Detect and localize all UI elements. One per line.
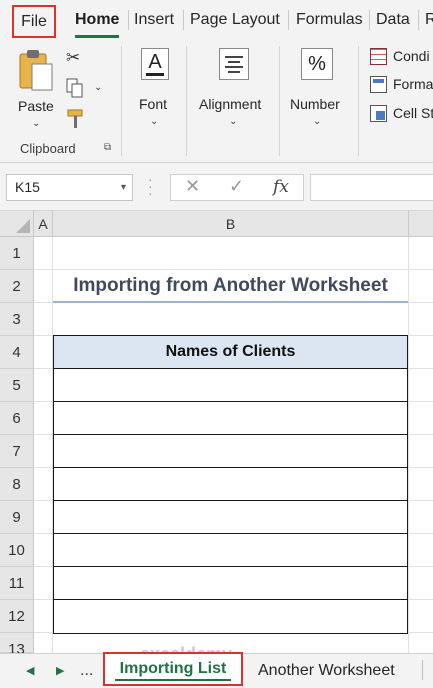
chevron-down-icon: ⌄ — [150, 116, 159, 127]
tab-separator — [422, 660, 423, 680]
row-header[interactable]: 13 — [0, 633, 34, 658]
name-box[interactable]: K15 ▾ — [6, 174, 133, 201]
scroll-left-icon[interactable]: ◀ — [26, 664, 34, 677]
number-label: Number — [290, 96, 340, 112]
tab-data[interactable]: Data — [376, 8, 410, 32]
column-header-a[interactable]: A — [34, 211, 53, 237]
group-separator — [358, 46, 359, 156]
sheet-tab-importing-list[interactable]: Importing List — [103, 652, 243, 686]
row-header[interactable]: 8 — [0, 468, 34, 501]
formula-input[interactable] — [310, 174, 433, 201]
format-as-table-button[interactable]: Forma — [370, 76, 433, 96]
paste-icon — [19, 50, 53, 91]
row-header[interactable]: 2 — [0, 270, 34, 303]
chevron-down-icon: ⌄ — [229, 116, 238, 127]
clients-table: Names of Clients — [53, 335, 408, 634]
drag-handle-icon[interactable]: · · · — [148, 172, 153, 200]
enter-icon[interactable]: ✓ — [229, 176, 244, 197]
paste-label: Paste — [18, 98, 54, 114]
font-button[interactable]: A Font ⌄ — [133, 46, 177, 127]
tab-separator — [288, 10, 289, 30]
gridline — [408, 237, 409, 653]
cell-styles-label: Cell St — [393, 105, 433, 121]
sheet-title[interactable]: Importing from Another Worksheet — [53, 269, 408, 303]
formula-buttons: ✕ ✓ fx — [170, 174, 304, 201]
dialog-launcher-icon[interactable]: ⧉ — [104, 142, 111, 153]
table-row[interactable] — [54, 534, 407, 567]
font-label: Font — [139, 96, 168, 112]
row-header[interactable]: 10 — [0, 534, 34, 567]
row-header[interactable]: 1 — [0, 237, 34, 270]
cell-styles-icon — [370, 105, 387, 122]
table-row[interactable] — [54, 435, 407, 468]
row-header[interactable]: 11 — [0, 567, 34, 600]
conditional-formatting-label: Condi — [393, 48, 430, 64]
ribbon-home: Paste ⌄ ✂ ⌄ Clipboard ⧉ A Font ⌄ Alignme… — [0, 38, 433, 163]
alignment-label: Alignment — [199, 96, 262, 112]
select-all-button[interactable] — [0, 211, 34, 237]
chevron-down-icon: ⌄ — [32, 118, 41, 129]
insert-function-icon[interactable]: fx — [273, 177, 289, 197]
tab-insert[interactable]: Insert — [134, 8, 174, 32]
chevron-down-icon: ⌄ — [313, 116, 322, 127]
tab-home[interactable]: Home — [75, 8, 120, 38]
align-center-icon — [219, 48, 249, 80]
alignment-button[interactable]: Alignment ⌄ — [197, 46, 271, 127]
table-row[interactable] — [54, 468, 407, 501]
clipboard-group-label: Clipboard — [20, 141, 76, 156]
table-row[interactable] — [54, 567, 407, 600]
cancel-icon[interactable]: ✕ — [185, 176, 200, 197]
number-button[interactable]: % Number ⌄ — [289, 46, 349, 127]
format-as-table-icon — [370, 76, 387, 93]
row-header[interactable]: 5 — [0, 369, 34, 402]
ribbon-tabs: File Home Insert Page Layout Formulas Da… — [0, 0, 433, 38]
format-painter-icon[interactable] — [66, 108, 86, 130]
chevron-down-icon[interactable]: ▾ — [121, 175, 126, 200]
sheet-tab-bar: ◀ ▶ ... exceldemy Importing List Another… — [0, 644, 433, 688]
column-header-b[interactable]: B — [53, 211, 409, 237]
tab-page-layout[interactable]: Page Layout — [190, 8, 280, 32]
row-header[interactable]: 6 — [0, 402, 34, 435]
cell-styles-button[interactable]: Cell St — [370, 105, 433, 125]
paste-button[interactable]: Paste ⌄ — [14, 46, 60, 129]
sheet-tab-another-worksheet[interactable]: Another Worksheet — [258, 662, 395, 680]
scroll-right-icon[interactable]: ▶ — [56, 664, 64, 677]
conditional-formatting-button[interactable]: Condi — [370, 48, 433, 68]
conditional-formatting-icon — [370, 48, 387, 65]
tab-file[interactable]: File — [12, 5, 56, 38]
group-separator — [186, 46, 187, 156]
copy-icon[interactable] — [66, 78, 84, 98]
more-sheets-button[interactable]: ... — [80, 662, 93, 680]
group-separator — [279, 46, 280, 156]
tab-separator — [128, 10, 129, 30]
font-color-icon: A — [141, 48, 169, 80]
row-header[interactable]: 4 — [0, 336, 34, 369]
table-row[interactable] — [54, 501, 407, 534]
tab-review[interactable]: R — [425, 8, 433, 32]
table-row[interactable] — [54, 369, 407, 402]
column-header-c[interactable] — [409, 211, 433, 237]
group-separator — [121, 46, 122, 156]
table-row[interactable] — [54, 402, 407, 435]
table-row[interactable] — [54, 600, 407, 633]
formula-bar: K15 ▾ · · · ✕ ✓ fx — [0, 163, 433, 211]
cut-icon[interactable]: ✂ — [66, 48, 80, 68]
tab-separator — [183, 10, 184, 30]
name-box-value: K15 — [15, 179, 40, 195]
row-header[interactable]: 3 — [0, 303, 34, 336]
tab-formulas[interactable]: Formulas — [296, 8, 363, 32]
table-header-names-of-clients[interactable]: Names of Clients — [54, 336, 407, 369]
percent-icon: % — [301, 48, 333, 80]
worksheet-grid: A B 1 2 3 4 5 6 7 8 9 10 11 12 13 Import… — [0, 211, 433, 658]
row-header[interactable]: 7 — [0, 435, 34, 468]
tab-separator — [369, 10, 370, 30]
row-header[interactable]: 9 — [0, 501, 34, 534]
chevron-down-icon[interactable]: ⌄ — [94, 82, 102, 93]
tab-separator — [418, 10, 419, 30]
format-as-table-label: Forma — [393, 76, 433, 92]
row-header[interactable]: 12 — [0, 600, 34, 633]
